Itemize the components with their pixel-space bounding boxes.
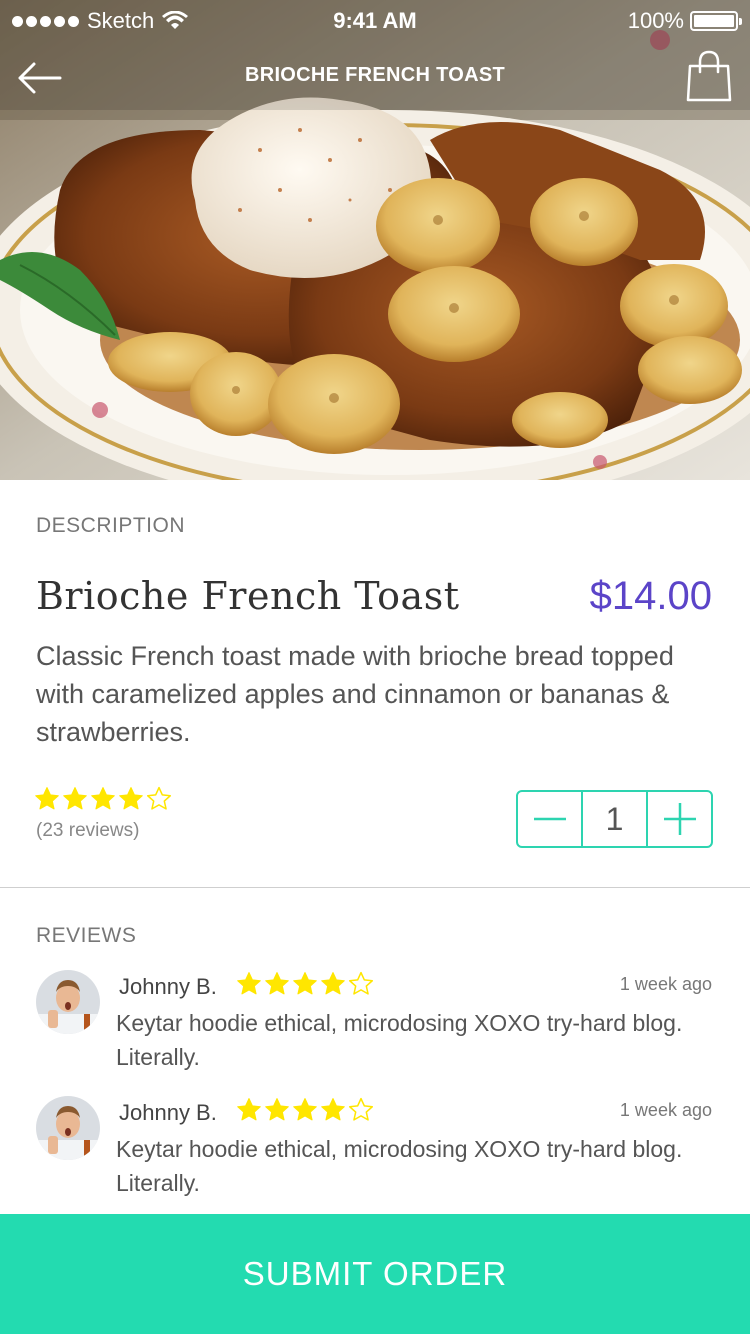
star-empty-icon (146, 786, 172, 810)
star-filled-icon (119, 787, 143, 810)
battery-percent: 100% (627, 8, 684, 33)
star-filled-icon (321, 1098, 345, 1121)
dish-description: Classic French toast made with brioche b… (36, 641, 674, 747)
reviews-heading: REVIEWS (36, 924, 137, 947)
review-count: (23 reviews) (36, 820, 140, 841)
dish-rating-stars (34, 786, 172, 812)
avatar (36, 1096, 100, 1160)
review-text: Keytar hoodie ethical, microdosing XOXO … (116, 1136, 683, 1196)
status-bar: Sketch 9:41 AM 100% (0, 0, 750, 40)
review-time: 1 week ago (619, 1100, 712, 1120)
avatar (36, 970, 100, 1034)
increase-quantity-button[interactable] (648, 792, 711, 846)
star-filled-icon (321, 972, 345, 995)
star-filled-icon (265, 972, 289, 995)
review-time: 1 week ago (619, 974, 712, 994)
star-filled-icon (91, 787, 115, 810)
shopping-bag-icon (686, 50, 732, 102)
star-filled-icon (293, 972, 317, 995)
page-title: BRIOCHE FRENCH TOAST (244, 64, 506, 86)
decrease-quantity-button[interactable] (518, 792, 581, 846)
dish-price: $14.00 (589, 574, 712, 618)
reviewer-avatar-icon (36, 1096, 100, 1160)
status-battery-group: 100% (627, 8, 742, 34)
star-filled-icon (35, 787, 59, 810)
minus-icon (533, 817, 566, 821)
quantity-value: 1 (581, 792, 648, 846)
quantity-stepper: 1 (516, 790, 713, 848)
cart-button[interactable] (686, 50, 732, 102)
review-item: Johnny B. 1 week ago Keytar hoodie ethic… (0, 970, 750, 1090)
star-filled-icon (63, 787, 87, 810)
hero-image: Sketch 9:41 AM 100% BRIOCHE FRENCH TOAST (0, 0, 750, 480)
plus-icon (663, 803, 696, 835)
reviewer-name: Johnny B. (119, 974, 217, 999)
reviewer-avatar-icon (36, 970, 100, 1034)
star-filled-icon (237, 972, 261, 995)
star-empty-icon (348, 971, 374, 995)
dish-name: Brioche French Toast (36, 574, 460, 618)
star-empty-icon (348, 1097, 374, 1121)
star-filled-icon (293, 1098, 317, 1121)
review-text: Keytar hoodie ethical, microdosing XOXO … (116, 1010, 683, 1070)
star-filled-icon (237, 1098, 261, 1121)
review-rating-stars (236, 1097, 374, 1123)
description-heading: DESCRIPTION (36, 514, 186, 537)
battery-icon (690, 11, 742, 31)
review-item: Johnny B. 1 week ago Keytar hoodie ethic… (0, 1096, 750, 1216)
submit-order-button[interactable]: SUBMIT ORDER (0, 1214, 750, 1334)
reviewer-name: Johnny B. (119, 1100, 217, 1125)
star-filled-icon (265, 1098, 289, 1121)
section-divider (0, 887, 750, 888)
review-rating-stars (236, 971, 374, 997)
navigation-bar: BRIOCHE FRENCH TOAST (0, 48, 750, 108)
